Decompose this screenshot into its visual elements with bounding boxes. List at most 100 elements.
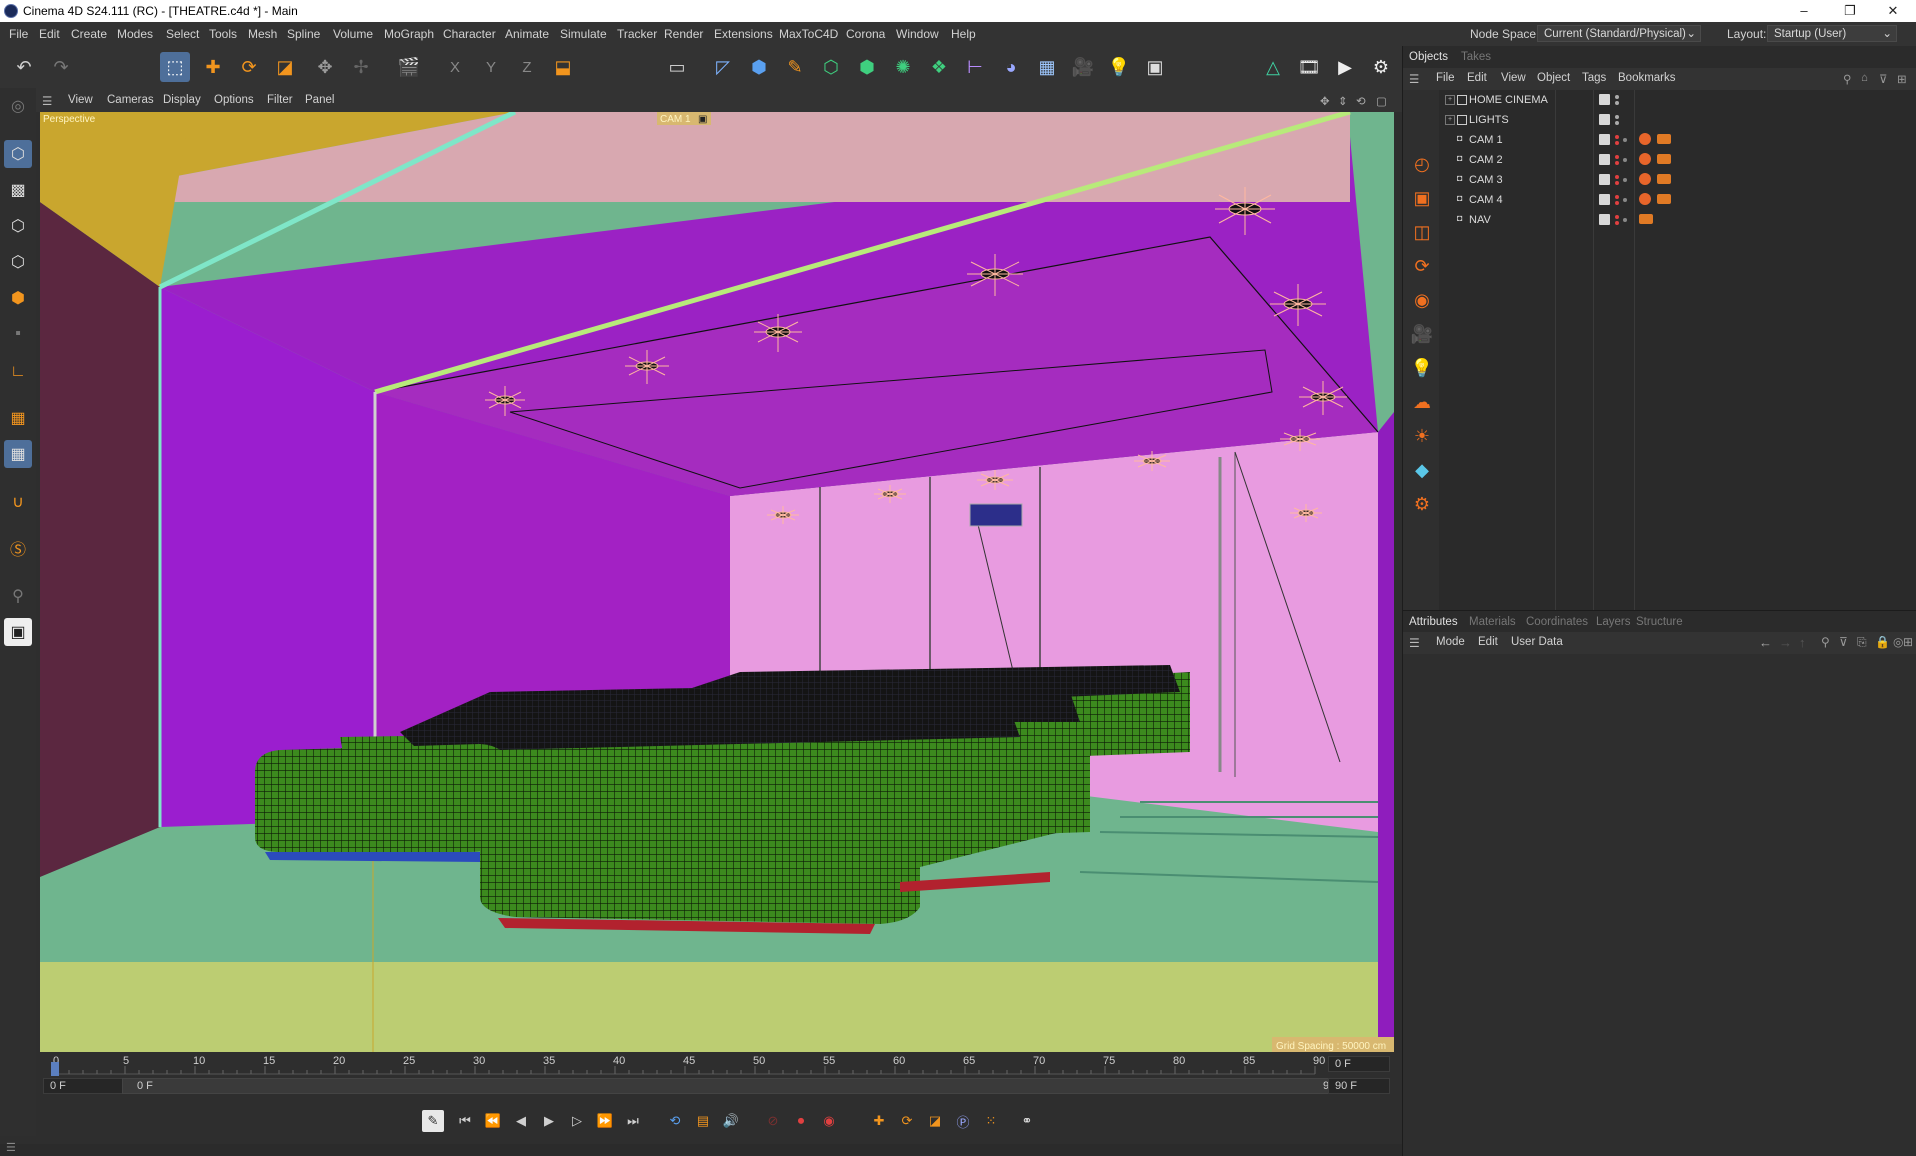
menu-mesh[interactable]: Mesh <box>248 27 277 41</box>
close-button[interactable]: ✕ <box>1870 0 1916 22</box>
visibility-dot-icon[interactable] <box>1615 155 1619 159</box>
render-settings-icon[interactable]: ⚙ <box>1366 52 1396 82</box>
viewport-menu-view[interactable]: View <box>68 94 93 106</box>
param-key-icon[interactable]: Ⓟ <box>952 1110 974 1132</box>
filter-icon[interactable]: ⊽ <box>1879 72 1887 86</box>
y-axis-icon[interactable]: Y <box>476 52 506 82</box>
light-bulb-icon[interactable]: 💡 <box>1408 354 1436 382</box>
magnet-icon[interactable]: ∪ <box>4 488 32 516</box>
scale-icon[interactable]: ◪ <box>270 52 300 82</box>
layout-dropdown[interactable]: Startup (User) ⌄ <box>1767 25 1897 42</box>
menu-character[interactable]: Character <box>443 27 496 41</box>
rectangle-icon[interactable]: ▣ <box>1408 184 1436 212</box>
lock-icon[interactable]: 🔒 <box>1875 635 1890 649</box>
expand-icon[interactable]: + <box>1445 115 1455 125</box>
edit-visibility-icon[interactable] <box>1599 94 1610 105</box>
deformer-icon[interactable]: ◕ <box>996 52 1026 82</box>
tab-coordinates[interactable]: Coordinates <box>1526 616 1588 628</box>
edit-visibility-icon[interactable] <box>1599 134 1610 145</box>
edit-visibility-icon[interactable] <box>1599 114 1610 125</box>
end-frame-field[interactable]: 90 F <box>1328 1078 1390 1094</box>
menu-extensions[interactable]: Extensions <box>714 27 773 41</box>
visibility-dot-icon[interactable] <box>1615 175 1619 179</box>
render-region-icon[interactable]: ▭ <box>662 52 692 82</box>
minimize-button[interactable]: – <box>1781 0 1827 22</box>
menu-window[interactable]: Window <box>896 27 939 41</box>
next-key-icon[interactable]: ⏩ <box>594 1110 616 1132</box>
render-dot-icon[interactable] <box>1615 221 1619 225</box>
cloner-icon[interactable]: ✺ <box>888 52 918 82</box>
layer-dot-icon[interactable] <box>1623 158 1627 162</box>
edit-visibility-icon[interactable] <box>1599 174 1610 185</box>
objects-menu-object[interactable]: Object <box>1537 72 1570 84</box>
undo-icon[interactable]: ↶ <box>9 52 39 82</box>
prev-key-icon[interactable]: ⏪ <box>482 1110 504 1132</box>
hamburger-icon[interactable]: ☰ <box>1409 636 1420 650</box>
menu-modes[interactable]: Modes <box>117 27 153 41</box>
z-axis-icon[interactable]: Z <box>512 52 542 82</box>
search-icon[interactable]: ⚲ <box>1821 635 1830 649</box>
motion-icon[interactable]: ⚭ <box>1016 1110 1038 1132</box>
floor-icon[interactable]: ▦ <box>1032 52 1062 82</box>
play-icon[interactable]: ▶ <box>538 1110 560 1132</box>
cube-icon[interactable]: ⬢ <box>744 52 774 82</box>
orbit-icon[interactable]: ⟲ <box>1356 94 1366 108</box>
solo-icon[interactable]: ⚲ <box>4 582 32 610</box>
up-arrow-icon[interactable]: ↑ <box>1799 635 1806 650</box>
menu-file[interactable]: File <box>9 27 28 41</box>
bookmark-icon[interactable]: ⎘ <box>1857 635 1867 650</box>
tab-attributes[interactable]: Attributes <box>1409 616 1458 628</box>
objects-menu-file[interactable]: File <box>1436 72 1455 84</box>
hamburger-icon[interactable]: ☰ <box>1409 72 1419 86</box>
pla-key-icon[interactable]: ⁙ <box>980 1110 1002 1132</box>
objects-menu-tags[interactable]: Tags <box>1582 72 1606 84</box>
viewport-solo-icon[interactable]: ▣ <box>4 618 32 646</box>
menu-corona[interactable]: Corona <box>846 27 885 41</box>
hamburger-icon[interactable]: ☰ <box>42 94 52 108</box>
visibility-dot-icon[interactable] <box>1615 115 1619 119</box>
object-row-cam-3[interactable]: ◘ CAM 3 <box>1439 170 1916 190</box>
camera-tag-icon[interactable] <box>1657 134 1671 144</box>
menu-animate[interactable]: Animate <box>505 27 549 41</box>
sphere-icon[interactable]: ◉ <box>1408 286 1436 314</box>
render-dot-icon[interactable] <box>1615 161 1619 165</box>
uv-mode-icon[interactable]: ▪ <box>4 320 32 348</box>
camera-tag-icon[interactable] <box>1657 174 1671 184</box>
status-menu-icon[interactable]: ☰ <box>6 1141 16 1154</box>
object-row-cam-2[interactable]: ◘ CAM 2 <box>1439 150 1916 170</box>
viewport-menu-display[interactable]: Display <box>163 94 201 106</box>
scale-key-icon[interactable]: ◪ <box>924 1110 946 1132</box>
move-key-icon[interactable]: ✚ <box>868 1110 890 1132</box>
extrude-icon[interactable]: ⬢ <box>852 52 882 82</box>
edit-visibility-icon[interactable] <box>1599 154 1610 165</box>
record-icon[interactable]: ⏺ <box>790 1110 812 1132</box>
next-frame-icon[interactable]: ▷ <box>566 1110 588 1132</box>
motion-sound-icon[interactable]: 🔊 <box>720 1110 742 1132</box>
render-view-icon[interactable]: 🎞 <box>1294 52 1324 82</box>
playhead-marker[interactable] <box>51 1062 59 1076</box>
tab-layers[interactable]: Layers <box>1596 616 1631 628</box>
material-icon[interactable]: ◆ <box>1408 456 1436 484</box>
cloud-icon[interactable]: ☁ <box>1408 388 1436 416</box>
new-window-icon[interactable]: ⊞ <box>1903 635 1913 649</box>
select-icon[interactable]: ⬚ <box>160 52 190 82</box>
viewport-menu-options[interactable]: Options <box>214 94 254 106</box>
light-icon[interactable]: 💡 <box>1104 52 1134 82</box>
tab-takes[interactable]: Takes <box>1461 51 1491 63</box>
objects-menu-edit[interactable]: Edit <box>1467 72 1487 84</box>
visibility-dot-icon[interactable] <box>1615 215 1619 219</box>
restore-button[interactable]: ❐ <box>1827 0 1873 22</box>
loop-icon[interactable]: ⟲ <box>664 1110 686 1132</box>
timeline[interactable]: 0 5 10 15 20 25 30 35 40 45 50 55 60 65 70 75 80 85 90 0 F… <box>40 1052 1394 1096</box>
menu-render[interactable]: Render <box>664 27 703 41</box>
menu-tracker[interactable]: Tracker <box>617 27 657 41</box>
workplane-icon[interactable]: ▦ <box>4 404 32 432</box>
attributes-menu-user-data[interactable]: User Data <box>1511 636 1563 648</box>
move-icon[interactable]: ✚ <box>198 52 228 82</box>
visibility-dot-icon[interactable] <box>1615 95 1619 99</box>
objects-menu-bookmarks[interactable]: Bookmarks <box>1618 72 1676 84</box>
attributes-menu-edit[interactable]: Edit <box>1478 636 1498 648</box>
viewport-menu-cameras[interactable]: Cameras <box>107 94 154 106</box>
transform-icon[interactable]: ✥ <box>310 52 340 82</box>
edit-visibility-icon[interactable] <box>1599 214 1610 225</box>
